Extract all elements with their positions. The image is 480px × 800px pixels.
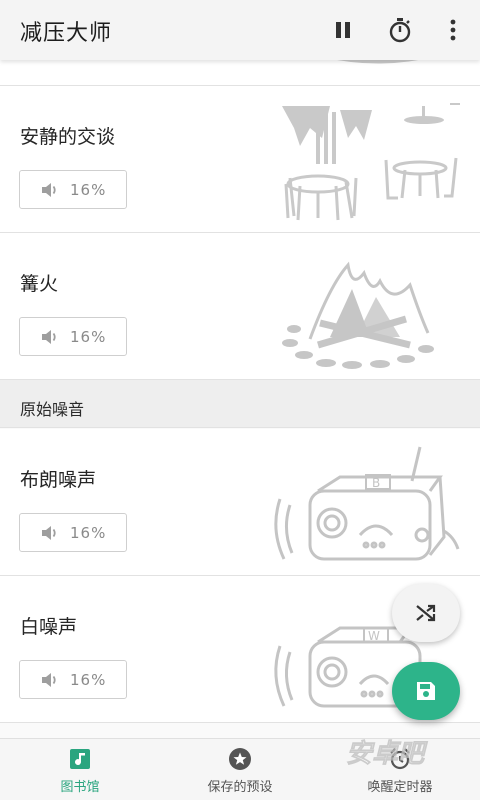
app-bar: 减压大师 [0, 0, 480, 60]
volume-percent: 16% [70, 523, 107, 542]
library-music-icon [70, 749, 90, 769]
sound-name: 布朗噪声 [20, 469, 97, 491]
sound-name: 白噪声 [20, 616, 78, 638]
more-vert-icon[interactable] [437, 14, 469, 46]
tab-label: 唤醒定时器 [367, 780, 433, 795]
sound-card-brown-noise[interactable]: 布朗噪声 16% B [0, 429, 480, 576]
sound-card-campfire[interactable]: 篝火 16% [0, 233, 480, 380]
section-label: 原始噪音 [20, 400, 85, 419]
shuffle-icon [416, 604, 436, 622]
campfire-illustration [282, 261, 434, 369]
volume-percent: 16% [70, 180, 107, 199]
star-icon [229, 748, 251, 770]
svg-text:安卓吧: 安卓吧 [346, 739, 428, 769]
sound-name: 安静的交谈 [20, 126, 116, 148]
watermark-logo: 安卓吧 [346, 739, 429, 770]
radio-w-letter: W [368, 629, 380, 643]
save-preset-button[interactable] [392, 662, 460, 720]
radio-b-illustration: B [274, 446, 460, 561]
volume-icon [42, 672, 56, 687]
shuffle-button[interactable] [392, 584, 460, 642]
volume-button[interactable]: 16% [19, 513, 127, 552]
volume-percent: 16% [70, 327, 107, 346]
tab-label: 图书馆 [60, 780, 100, 795]
volume-icon [42, 182, 56, 197]
radio-b-letter: B [372, 476, 380, 490]
tab-saved-presets[interactable]: 保存的预设 [160, 739, 320, 800]
save-icon [417, 682, 435, 700]
tab-library[interactable]: 图书馆 [0, 739, 160, 800]
sound-card-quiet-conversation[interactable]: 安静的交谈 16% [0, 86, 480, 233]
volume-icon [42, 525, 56, 540]
app-title: 减压大师 [20, 21, 113, 46]
timer-icon[interactable] [384, 14, 416, 46]
cafe-illustration [282, 103, 460, 221]
volume-icon [42, 329, 56, 344]
volume-button[interactable]: 16% [19, 170, 127, 209]
pause-icon[interactable] [327, 14, 359, 46]
volume-button[interactable]: 16% [19, 317, 127, 356]
section-header: 原始噪音 [0, 380, 480, 428]
sound-name: 篝火 [20, 273, 59, 295]
volume-button[interactable]: 16% [19, 660, 127, 699]
tab-label: 保存的预设 [207, 780, 273, 795]
volume-percent: 16% [70, 670, 107, 689]
